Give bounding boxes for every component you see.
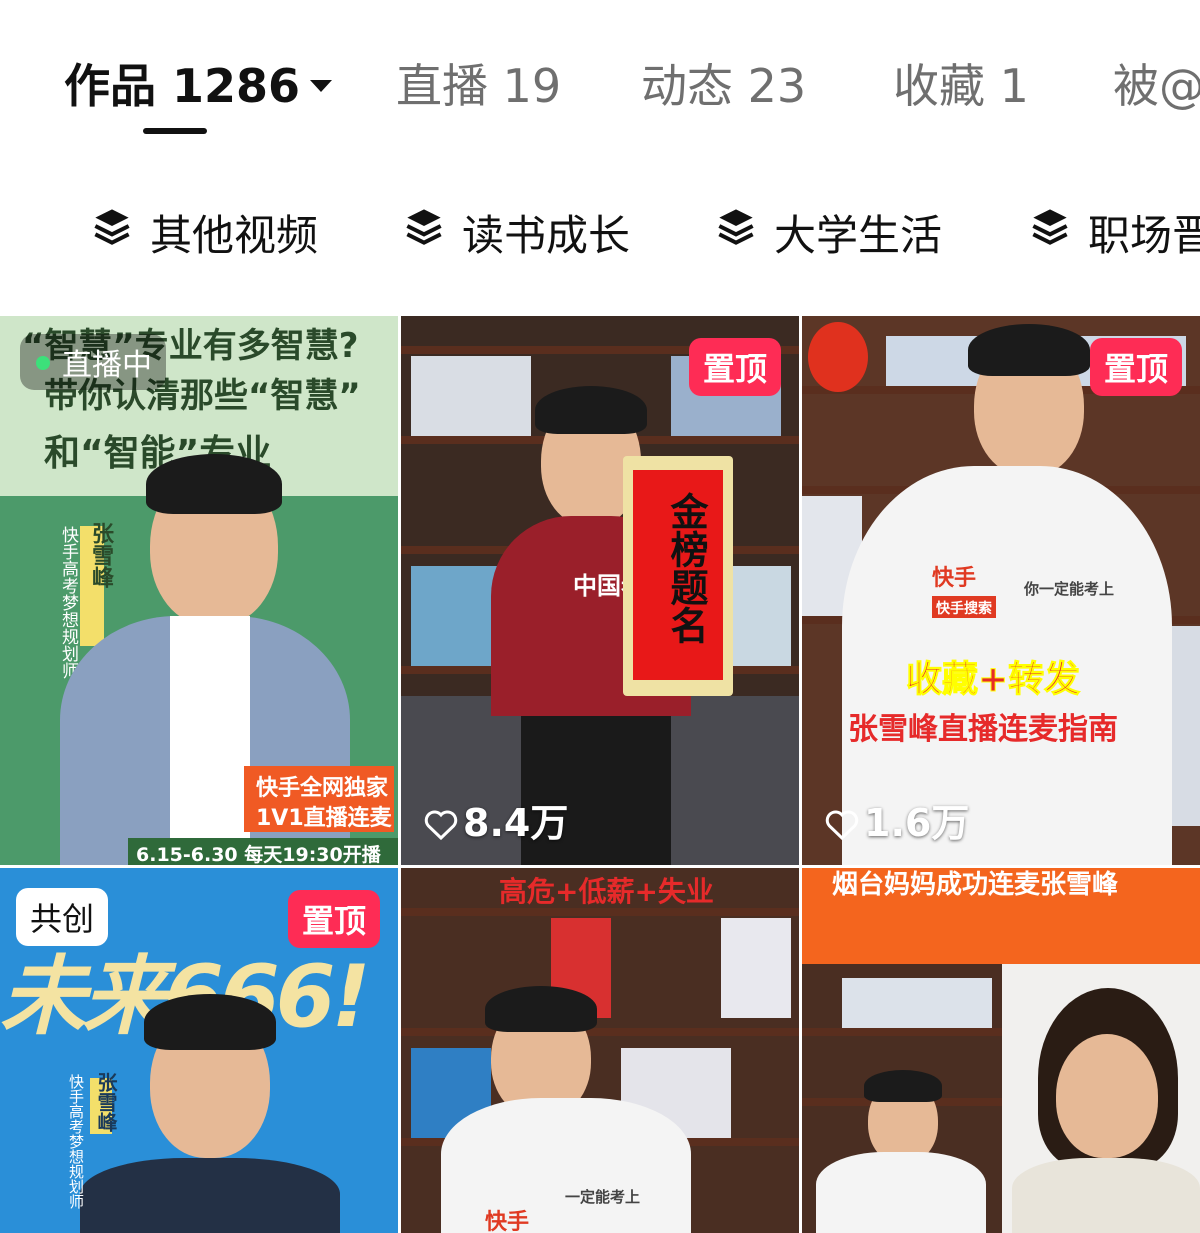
heart-icon bbox=[424, 809, 458, 840]
collection-chips: 其他视频 读书成长 大学生活 职场晋 bbox=[0, 190, 1200, 270]
tab-favorites[interactable]: 收藏 1 bbox=[893, 50, 1029, 116]
layers-icon bbox=[406, 209, 442, 245]
like-count: 1.6万 bbox=[824, 792, 969, 847]
profile-tabs: 作品 1286 直播 19 动态 23 收藏 1 被@ bbox=[0, 0, 1200, 140]
video-card[interactable]: 快手 你一定能考上 快手搜索 收藏+转发 张雪峰直播连麦指南 置顶 1.6万 bbox=[802, 316, 1200, 865]
video-card[interactable]: 中国老 金榜题名 置顶 8.4万 bbox=[401, 316, 799, 865]
layers-icon bbox=[718, 209, 754, 245]
tab-mentions[interactable]: 被@ bbox=[1113, 50, 1200, 116]
active-tab-indicator bbox=[143, 128, 207, 134]
collection-career[interactable]: 职场晋 bbox=[1032, 202, 1200, 263]
tab-works[interactable]: 作品 1286 bbox=[64, 50, 333, 116]
video-thumbnail: 中国老 金榜题名 bbox=[401, 316, 799, 865]
video-card[interactable]: “智慧”专业有多智慧? 带你认清那些“智慧” 和“智能”专业 张雪峰 快手高考梦… bbox=[0, 316, 398, 865]
video-thumbnail: 高危+低薪+失业 快手 一定能考上 bbox=[401, 868, 799, 1233]
video-thumbnail: 烟台妈妈成功连麦张雪峰 bbox=[802, 868, 1200, 1233]
layers-icon bbox=[1032, 209, 1068, 245]
like-count: 8.4万 bbox=[423, 792, 568, 847]
video-thumbnail: “智慧”专业有多智慧? 带你认清那些“智慧” 和“智能”专业 张雪峰 快手高考梦… bbox=[0, 316, 398, 865]
heart-icon bbox=[825, 809, 859, 840]
collection-reading[interactable]: 读书成长 bbox=[406, 202, 630, 263]
pinned-badge: 置顶 bbox=[688, 338, 781, 396]
video-grid: “智慧”专业有多智慧? 带你认清那些“智慧” 和“智能”专业 张雪峰 快手高考梦… bbox=[0, 316, 1200, 1233]
layers-icon bbox=[94, 209, 130, 245]
video-card[interactable]: 未来666! 张雪峰 快手高考梦想规划师 共创 置顶 bbox=[0, 868, 398, 1233]
video-card[interactable]: 烟台妈妈成功连麦张雪峰 bbox=[802, 868, 1200, 1233]
video-card[interactable]: 高危+低薪+失业 快手 一定能考上 bbox=[401, 868, 799, 1233]
collection-other-videos[interactable]: 其他视频 bbox=[94, 202, 318, 263]
live-badge: 直播中 bbox=[20, 334, 166, 390]
pinned-badge: 置顶 bbox=[1089, 338, 1182, 396]
tab-moments[interactable]: 动态 23 bbox=[641, 50, 806, 116]
pinned-badge: 置顶 bbox=[287, 890, 380, 948]
video-thumbnail: 快手 你一定能考上 快手搜索 收藏+转发 张雪峰直播连麦指南 bbox=[802, 316, 1200, 865]
chevron-down-icon[interactable] bbox=[310, 79, 333, 92]
co-create-badge: 共创 bbox=[16, 888, 109, 946]
collection-college-life[interactable]: 大学生活 bbox=[718, 202, 942, 263]
tab-live[interactable]: 直播 19 bbox=[396, 50, 561, 116]
